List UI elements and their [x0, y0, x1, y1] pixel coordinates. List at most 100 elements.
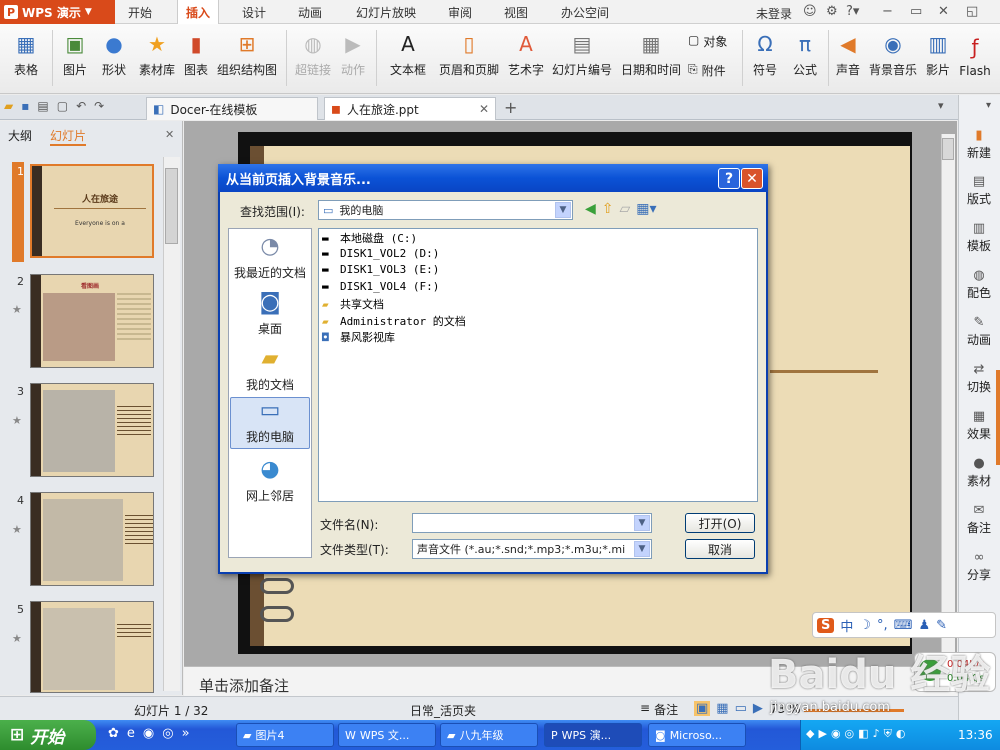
tab-menu-icon[interactable]: ▾: [938, 99, 944, 112]
tray-icon[interactable]: ♪: [873, 727, 880, 741]
quick-launch-icon[interactable]: ◎: [162, 726, 173, 741]
menu-tab-office-space[interactable]: 办公空间: [561, 0, 609, 24]
slideshow-icon[interactable]: ▶: [753, 701, 763, 716]
tray-icon[interactable]: ◎: [845, 727, 855, 741]
menu-tab-insert[interactable]: 插入: [177, 0, 220, 24]
tray-icon[interactable]: ⛨: [884, 727, 892, 741]
up-folder-icon[interactable]: ⇧: [602, 201, 614, 217]
background-music-button[interactable]: ◉ 背景音乐: [868, 28, 918, 90]
new-tab-icon[interactable]: +: [504, 98, 517, 117]
wordart-button[interactable]: A 艺术字: [506, 28, 546, 90]
tray-icon[interactable]: ◧: [858, 727, 868, 741]
tray-icon[interactable]: ◆: [806, 727, 814, 741]
task-button[interactable]: P WPS 演...: [544, 723, 642, 747]
notes-toggle-button[interactable]: ≡ 备注: [640, 701, 678, 718]
slide-thumb-1[interactable]: 人在旅途 Everyone is on a: [30, 164, 154, 258]
chevron-right-icon[interactable]: »: [182, 726, 190, 741]
login-link[interactable]: 未登录: [756, 5, 792, 22]
tab-slides[interactable]: 幻灯片: [50, 127, 87, 146]
list-item[interactable]: ▰ 共享文档: [322, 296, 384, 312]
task-button[interactable]: ▰ 八九年级: [440, 723, 538, 747]
flash-button[interactable]: ƒ Flash: [958, 28, 992, 90]
list-item[interactable]: ▬ DISK1_VOL2 (D:): [322, 247, 439, 260]
restore-icon[interactable]: ▭: [910, 4, 922, 19]
dialog-help-button[interactable]: ?: [718, 168, 740, 189]
close-icon[interactable]: ✕: [938, 4, 949, 19]
close-tab-icon[interactable]: ✕: [479, 102, 489, 116]
date-time-button[interactable]: ▦ 日期和时间: [620, 28, 682, 90]
action-button[interactable]: ▶ 动作: [338, 28, 368, 90]
open-icon[interactable]: ▰: [4, 99, 13, 113]
menu-tab-slideshow[interactable]: 幻灯片放映: [356, 0, 416, 24]
lookin-dropdown[interactable]: ▭ 我的电脑 ▼: [318, 200, 573, 220]
sidebar-item-new[interactable]: ▮ 新建: [958, 128, 1000, 161]
ie-icon[interactable]: e: [127, 726, 135, 741]
place-my-documents[interactable]: ▰ 我的文档: [230, 346, 310, 393]
place-recent-documents[interactable]: ◔ 我最近的文档: [230, 234, 310, 281]
list-item[interactable]: ▬ 本地磁盘 (C:): [322, 230, 417, 246]
menu-tab-animation[interactable]: 动画: [298, 0, 322, 24]
slide-thumb-3[interactable]: [30, 383, 154, 477]
list-item[interactable]: ◘ 暴风影视库: [322, 329, 395, 345]
org-chart-button[interactable]: ⊞ 组织结构图: [216, 28, 278, 90]
hyperlink-button[interactable]: ◍ 超链接: [294, 28, 332, 90]
textbox-button[interactable]: A 文本框: [384, 28, 432, 90]
wrench-icon[interactable]: ✎: [936, 618, 947, 633]
film-button[interactable]: ▥ 影片: [924, 28, 952, 90]
list-item[interactable]: ▰ Administrator 的文档: [322, 313, 466, 329]
slide-thumb-5[interactable]: [30, 601, 154, 693]
sidebar-item-colors[interactable]: ◍ 配色: [958, 268, 1000, 301]
pane-collapse-handle[interactable]: [996, 370, 1000, 465]
symbol-button[interactable]: Ω 符号: [748, 28, 782, 90]
tab-current-document[interactable]: ◼ 人在旅途.ppt ✕: [324, 97, 496, 120]
chinese-mode-icon[interactable]: 中: [840, 616, 853, 635]
object-button[interactable]: ▢ 对象: [688, 33, 727, 50]
close-panel-icon[interactable]: ✕: [165, 128, 174, 141]
menu-tab-start[interactable]: 开始: [128, 0, 152, 24]
sidebar-item-template[interactable]: ▥ 模板: [958, 221, 1000, 254]
shape-button[interactable]: ● 形状: [94, 28, 134, 90]
task-button[interactable]: W WPS 文...: [338, 723, 436, 747]
settings-icon[interactable]: ⚙: [826, 4, 838, 19]
formula-button[interactable]: π 公式: [790, 28, 820, 90]
start-button[interactable]: ⊞ 开始: [0, 720, 96, 750]
sidebar-item-share[interactable]: ∞ 分享: [958, 550, 1000, 583]
tray-icon[interactable]: ◐: [896, 727, 906, 741]
menu-tab-view[interactable]: 视图: [504, 0, 528, 24]
task-button[interactable]: ▰ 图片4: [236, 723, 334, 747]
tray-icon[interactable]: ◉: [831, 727, 841, 741]
tab-docer-templates[interactable]: ◧ Docer-在线模板: [146, 97, 318, 120]
place-desktop[interactable]: ◙ 桌面: [230, 290, 310, 337]
sidebar-item-materials[interactable]: ● 素材: [958, 456, 1000, 489]
sidebar-item-notes[interactable]: ✉ 备注: [958, 503, 1000, 536]
input-method-bar[interactable]: S 中 ☽ °, ⌨ ♟ ✎: [812, 612, 996, 638]
dialog-close-button[interactable]: ✕: [741, 168, 763, 189]
wps-app-menu-button[interactable]: P WPS 演示 ▼: [0, 0, 115, 24]
tray-icon[interactable]: ▶: [818, 727, 826, 741]
menu-tab-review[interactable]: 审阅: [448, 0, 472, 24]
new-folder-icon[interactable]: ▱: [620, 201, 631, 217]
user-icon[interactable]: ♟: [918, 618, 930, 633]
filetype-select[interactable]: 声音文件 (*.au;*.snd;*.mp3;*.m3u;*.mi ▼: [412, 539, 652, 559]
print-icon[interactable]: ▤: [37, 99, 48, 113]
place-my-computer[interactable]: ▭ 我的电脑: [230, 397, 310, 449]
restore-window-icon[interactable]: ◱: [966, 4, 978, 19]
attachment-button[interactable]: ⎘ 附件: [688, 62, 726, 79]
save-icon[interactable]: ▪: [21, 99, 29, 113]
list-item[interactable]: ▬ DISK1_VOL3 (E:): [322, 263, 439, 276]
quick-launch-icon[interactable]: ◉: [143, 726, 154, 741]
slide-number-button[interactable]: ▤ 幻灯片编号: [551, 28, 613, 90]
normal-view-icon[interactable]: ▣: [694, 701, 711, 716]
sidebar-item-transition[interactable]: ⇄ 切换: [958, 362, 1000, 395]
slide-thumb-2[interactable]: 看图画: [30, 274, 154, 368]
table-button[interactable]: ▦ 表格: [6, 28, 46, 90]
scrollbar-thumb[interactable]: [165, 168, 178, 244]
help-icon[interactable]: ?▾: [846, 4, 859, 19]
view-menu-icon[interactable]: ▦▾: [636, 201, 656, 217]
picture-button[interactable]: ▣ 图片: [60, 28, 90, 90]
material-library-button[interactable]: ★ 素材库: [138, 28, 176, 90]
list-item[interactable]: ▬ DISK1_VOL4 (F:): [322, 280, 439, 293]
back-icon[interactable]: ◀: [585, 201, 596, 217]
undo-icon[interactable]: ↶: [76, 99, 86, 113]
sidebar-item-effects[interactable]: ▦ 效果: [958, 409, 1000, 442]
